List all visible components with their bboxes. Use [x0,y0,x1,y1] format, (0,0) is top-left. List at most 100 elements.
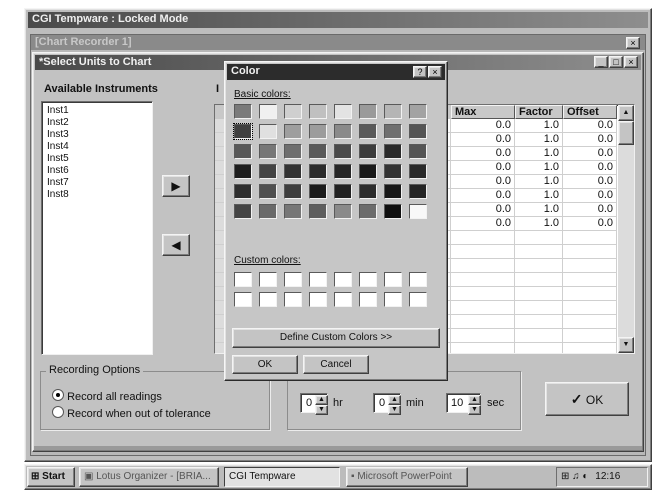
color-cancel-button[interactable]: Cancel [303,355,369,374]
basic-color-swatch[interactable] [284,104,302,119]
hours-up-button[interactable]: ▲ [315,395,328,405]
define-custom-colors-button[interactable]: Define Custom Colors >> [232,328,440,348]
custom-color-swatch[interactable] [309,292,327,307]
table-scrollbar[interactable]: ▲ ▼ [618,105,634,353]
table-cell-factor[interactable] [515,329,563,343]
table-cell-max[interactable] [451,231,515,245]
table-cell-factor[interactable] [515,245,563,259]
seconds-down-button[interactable]: ▼ [468,405,481,415]
table-cell-max[interactable]: 0.0 [451,189,515,203]
table-cell-factor[interactable]: 1.0 [515,189,563,203]
color-ok-button[interactable]: OK [232,355,298,374]
instrument-list-item[interactable]: Inst6 [47,165,152,177]
color-close-button[interactable]: × [428,66,442,78]
column-header-offset[interactable]: Offset [563,105,617,119]
basic-color-swatch[interactable] [284,204,302,219]
table-cell-offset[interactable] [563,287,617,301]
table-cell-max[interactable] [451,343,515,353]
basic-color-swatch[interactable] [309,124,327,139]
scroll-thumb[interactable] [618,121,634,145]
table-cell-factor[interactable] [515,315,563,329]
custom-color-swatch[interactable] [309,272,327,287]
table-cell-max[interactable]: 0.0 [451,119,515,133]
table-cell-offset[interactable] [563,231,617,245]
record-tolerance-option[interactable]: Record when out of tolerance [52,406,211,420]
ok-button[interactable]: ✓ OK [545,382,629,416]
instrument-list-item[interactable]: Inst1 [47,105,152,117]
custom-color-swatch[interactable] [384,272,402,287]
instrument-list-item[interactable]: Inst7 [47,177,152,189]
seconds-up-button[interactable]: ▲ [468,395,481,405]
minutes-down-button[interactable]: ▼ [388,405,401,415]
basic-color-swatch[interactable] [409,164,427,179]
basic-color-swatch[interactable] [309,164,327,179]
basic-color-swatch[interactable] [234,164,252,179]
tray-icons[interactable]: ⊞ ♫ ◐ [561,471,588,482]
custom-color-swatch[interactable] [259,272,277,287]
basic-color-swatch[interactable] [384,124,402,139]
basic-color-swatch[interactable] [384,204,402,219]
dialog-minimize-button[interactable]: _ [594,56,608,68]
table-cell-max[interactable]: 0.0 [451,147,515,161]
table-cell-factor[interactable] [515,343,563,353]
table-cell-max[interactable]: 0.0 [451,161,515,175]
table-cell-offset[interactable] [563,273,617,287]
basic-color-swatch[interactable] [409,124,427,139]
table-cell-factor[interactable]: 1.0 [515,175,563,189]
basic-color-swatch[interactable] [359,204,377,219]
record-all-option[interactable]: Record all readings [52,389,162,403]
table-cell-max[interactable]: 0.0 [451,203,515,217]
table-cell-offset[interactable] [563,245,617,259]
custom-color-swatch[interactable] [359,292,377,307]
basic-color-swatch[interactable] [234,144,252,159]
basic-color-swatch[interactable] [334,204,352,219]
basic-color-swatch[interactable] [309,204,327,219]
basic-color-swatch[interactable] [234,204,252,219]
table-cell-factor[interactable] [515,273,563,287]
table-cell-max[interactable] [451,273,515,287]
instrument-list-item[interactable]: Inst8 [47,189,152,201]
basic-color-swatch[interactable] [359,104,377,119]
basic-color-swatch[interactable] [359,124,377,139]
table-cell-offset[interactable] [563,343,617,353]
basic-color-swatch[interactable] [334,104,352,119]
basic-color-swatch[interactable] [259,144,277,159]
basic-color-swatch[interactable] [334,184,352,199]
instrument-list-item[interactable]: Inst4 [47,141,152,153]
column-header-max[interactable]: Max [451,105,515,119]
custom-color-swatch[interactable] [284,292,302,307]
hours-down-button[interactable]: ▼ [315,405,328,415]
table-cell-offset[interactable]: 0.0 [563,175,617,189]
basic-color-swatch[interactable] [259,104,277,119]
taskbar-item-lotus[interactable]: ▣ Lotus Organizer - [BRIA... [79,467,219,487]
table-cell-factor[interactable] [515,231,563,245]
add-instrument-button[interactable]: ▶ [162,175,190,197]
table-cell-max[interactable] [451,329,515,343]
table-cell-offset[interactable] [563,259,617,273]
table-cell-offset[interactable] [563,329,617,343]
basic-color-swatch[interactable] [409,104,427,119]
table-cell-offset[interactable]: 0.0 [563,147,617,161]
basic-color-swatch[interactable] [284,124,302,139]
table-cell-offset[interactable]: 0.0 [563,189,617,203]
scroll-down-button[interactable]: ▼ [618,337,634,353]
record-tolerance-radio[interactable] [52,406,64,418]
custom-color-swatch[interactable] [384,292,402,307]
chart-close-button[interactable]: × [626,37,640,49]
instrument-list-item[interactable]: Inst5 [47,153,152,165]
basic-color-swatch[interactable] [234,104,252,119]
table-cell-factor[interactable]: 1.0 [515,217,563,231]
basic-color-swatch[interactable] [384,164,402,179]
table-cell-offset[interactable] [563,315,617,329]
basic-color-swatch[interactable] [334,124,352,139]
instrument-list-item[interactable]: Inst2 [47,117,152,129]
table-cell-offset[interactable]: 0.0 [563,203,617,217]
record-all-radio[interactable] [52,389,64,401]
table-cell-factor[interactable]: 1.0 [515,161,563,175]
custom-color-swatch[interactable] [259,292,277,307]
custom-color-swatch[interactable] [334,272,352,287]
table-cell-max[interactable] [451,315,515,329]
table-cell-offset[interactable]: 0.0 [563,133,617,147]
table-cell-factor[interactable]: 1.0 [515,133,563,147]
basic-color-swatch[interactable] [284,144,302,159]
